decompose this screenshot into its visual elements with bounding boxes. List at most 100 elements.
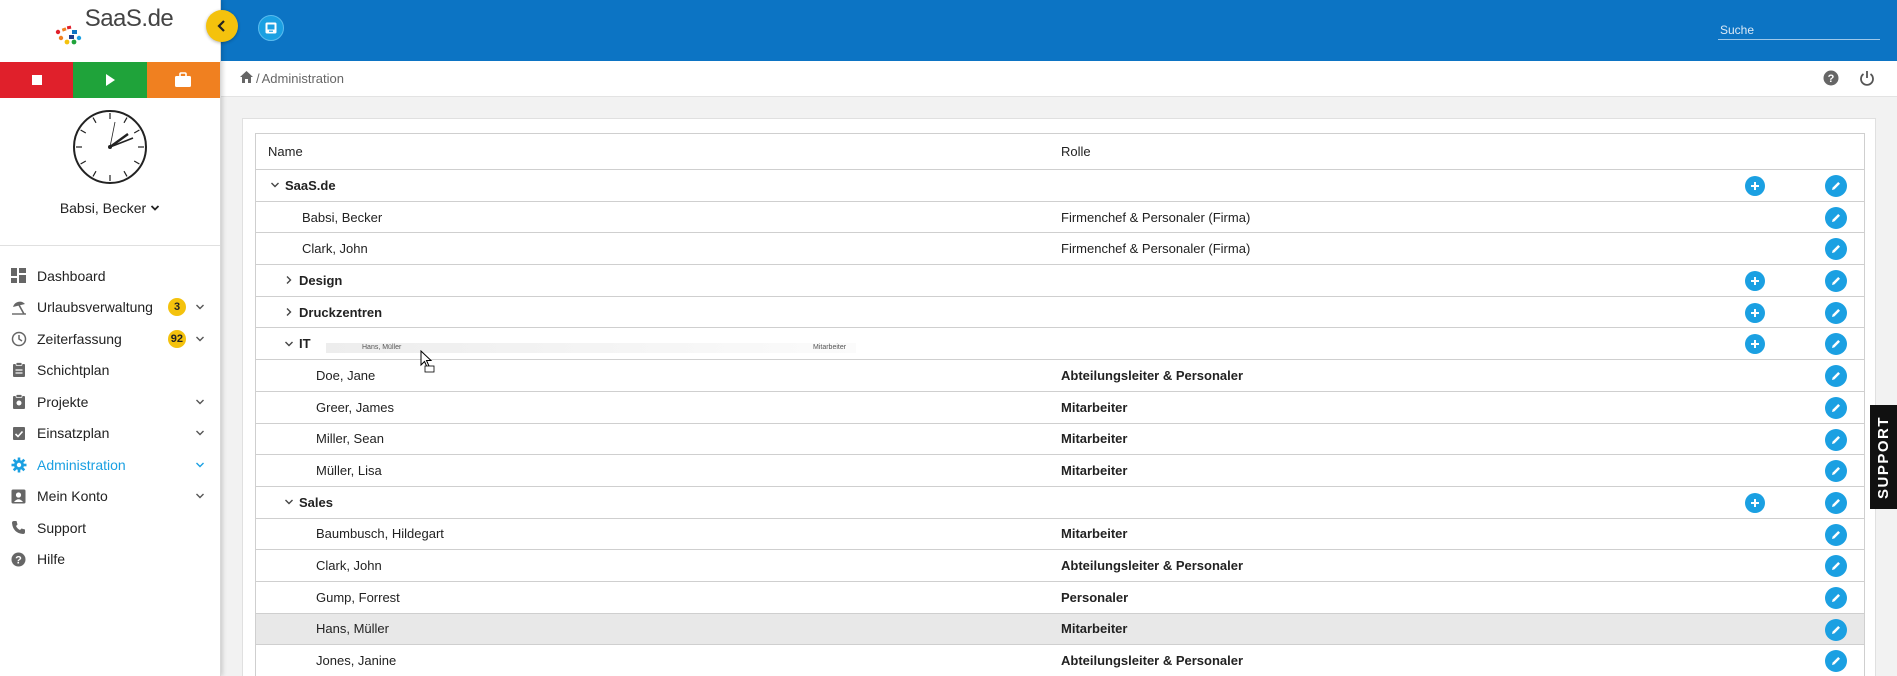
pencil-icon <box>1832 562 1840 571</box>
edit-button[interactable] <box>1825 175 1847 197</box>
edit-button[interactable] <box>1825 428 1847 451</box>
nav-item-zeiterfassung[interactable]: Zeiterfassung 92 <box>0 323 220 355</box>
edit-button[interactable] <box>1825 333 1847 356</box>
help-button[interactable]: ? <box>1823 70 1839 89</box>
logout-button[interactable] <box>1859 70 1875 89</box>
pencil-icon <box>1832 277 1840 286</box>
edit-button[interactable] <box>1825 618 1847 641</box>
table-row-selected[interactable]: Hans, Müller Mitarbeiter <box>256 613 1864 646</box>
brand-logo[interactable]: SaaS.de <box>0 0 220 62</box>
analog-clock-icon <box>73 110 147 184</box>
move-cursor-icon <box>420 350 435 373</box>
table-row[interactable]: Clark, John Abteilungsleiter & Personale… <box>256 550 1864 582</box>
table-row[interactable]: Babsi, Becker Firmenchef & Personaler (F… <box>256 202 1864 234</box>
add-button[interactable] <box>1745 271 1765 292</box>
row-name: Gump, Forrest <box>316 589 400 605</box>
plus-icon <box>1751 277 1759 286</box>
home-icon[interactable] <box>239 70 254 87</box>
row-role: Personaler <box>1061 589 1129 605</box>
nav-item-administration[interactable]: Administration <box>0 449 220 481</box>
stop-timer-button[interactable] <box>0 62 74 98</box>
support-tab[interactable]: SUPPORT <box>1870 405 1897 509</box>
add-button[interactable] <box>1745 302 1765 323</box>
collapse-chevron-icon[interactable] <box>282 339 296 349</box>
start-timer-button[interactable] <box>73 62 147 98</box>
edit-button[interactable] <box>1825 523 1847 546</box>
edit-button[interactable] <box>1825 650 1847 673</box>
edit-button[interactable] <box>1825 555 1847 578</box>
edit-button[interactable] <box>1825 365 1847 388</box>
add-button[interactable] <box>1745 492 1765 513</box>
organization-table: Name Rolle SaaS.de Babsi, Becker Firmenc… <box>255 133 1865 676</box>
table-row[interactable]: Design <box>256 265 1864 297</box>
edit-button[interactable] <box>1825 460 1847 483</box>
table-row[interactable]: Jones, Janine Abteilungsleiter & Persona… <box>256 645 1864 676</box>
brand-name: SaaS.de <box>84 5 174 32</box>
nav-label: Projekte <box>37 393 89 410</box>
edit-button[interactable] <box>1825 491 1847 514</box>
edit-button[interactable] <box>1825 270 1847 293</box>
add-button[interactable] <box>1745 176 1765 196</box>
table-header: Name Rolle <box>256 134 1864 170</box>
row-role: Mitarbeiter <box>1061 399 1128 415</box>
nav-item-urlaubsverwaltung[interactable]: Urlaubsverwaltung 3 <box>0 292 220 324</box>
table-row[interactable]: Doe, Jane Abteilungsleiter & Personaler <box>256 360 1864 392</box>
table-row[interactable]: Müller, Lisa Mitarbeiter <box>256 455 1864 487</box>
support-tab-label: SUPPORT <box>1875 415 1893 499</box>
edit-button[interactable] <box>1825 586 1847 609</box>
pencil-icon <box>1832 625 1840 634</box>
search-input[interactable] <box>1718 20 1880 40</box>
help-icon: ? <box>1823 70 1839 86</box>
row-name: Baumbusch, Hildegart <box>316 526 444 542</box>
collapse-sidebar-button[interactable] <box>206 10 238 42</box>
table-row[interactable]: Clark, John Firmenchef & Personaler (Fir… <box>256 233 1864 266</box>
nav-item-einsatzplan[interactable]: Einsatzplan <box>0 418 220 450</box>
drag-ghost-row: Hans, Müller Mitarbeiter <box>326 343 856 353</box>
table-row[interactable]: SaaS.de <box>256 170 1864 202</box>
tablet-mode-button[interactable] <box>258 15 284 41</box>
user-name-label: Babsi, Becker <box>59 200 147 216</box>
row-role: Mitarbeiter <box>1061 526 1128 542</box>
expand-chevron-icon[interactable] <box>282 307 296 317</box>
table-row[interactable]: Greer, James Mitarbeiter <box>256 392 1864 424</box>
chevron-down-icon <box>194 459 206 471</box>
pencil-icon <box>1832 340 1840 349</box>
row-role: Mitarbeiter <box>1061 621 1128 637</box>
chevron-down-icon <box>194 333 206 345</box>
nav-item-mein-konto[interactable]: Mein Konto <box>0 481 220 513</box>
nav-item-dashboard[interactable]: Dashboard <box>0 260 220 292</box>
header-actions: ? <box>1823 70 1875 89</box>
table-row[interactable]: Druckzentren <box>256 297 1864 329</box>
edit-button[interactable] <box>1825 396 1847 419</box>
nav-label: Mein Konto <box>37 488 108 505</box>
break-timer-button[interactable] <box>146 62 220 98</box>
table-row[interactable]: Miller, Sean Mitarbeiter <box>256 424 1864 456</box>
nav-label: Administration <box>37 456 126 473</box>
nav-item-support[interactable]: Support <box>0 512 220 544</box>
nav-label: Dashboard <box>37 267 106 284</box>
edit-button[interactable] <box>1825 238 1847 261</box>
column-header-name: Name <box>268 144 303 159</box>
collapse-chevron-icon[interactable] <box>268 180 282 190</box>
nav-item-schichtplan[interactable]: Schichtplan <box>0 355 220 387</box>
edit-button[interactable] <box>1825 206 1847 229</box>
edit-button[interactable] <box>1825 301 1847 324</box>
table-row[interactable]: Sales <box>256 487 1864 519</box>
table-row[interactable]: Gump, Forrest Personaler <box>256 582 1864 614</box>
nav-item-projekte[interactable]: Projekte <box>0 386 220 418</box>
collapse-chevron-icon[interactable] <box>282 497 296 507</box>
pencil-icon <box>1832 308 1840 317</box>
table-row[interactable]: Baumbusch, Hildegart Mitarbeiter <box>256 519 1864 551</box>
add-button[interactable] <box>1745 334 1765 355</box>
expand-chevron-icon[interactable] <box>282 275 296 285</box>
row-role: Firmenchef & Personaler (Firma) <box>1061 209 1251 225</box>
row-role: Mitarbeiter <box>1061 463 1128 479</box>
user-menu[interactable]: Babsi, Becker <box>60 200 160 216</box>
content-panel: Name Rolle SaaS.de Babsi, Becker Firmenc… <box>242 118 1876 676</box>
pencil-icon <box>1832 657 1840 666</box>
chevron-down-icon <box>194 301 206 313</box>
timer-buttons <box>0 62 220 98</box>
dashboard-icon <box>10 267 27 284</box>
nav-item-hilfe[interactable]: ? Hilfe <box>0 544 220 576</box>
notification-badge: 3 <box>168 298 186 317</box>
